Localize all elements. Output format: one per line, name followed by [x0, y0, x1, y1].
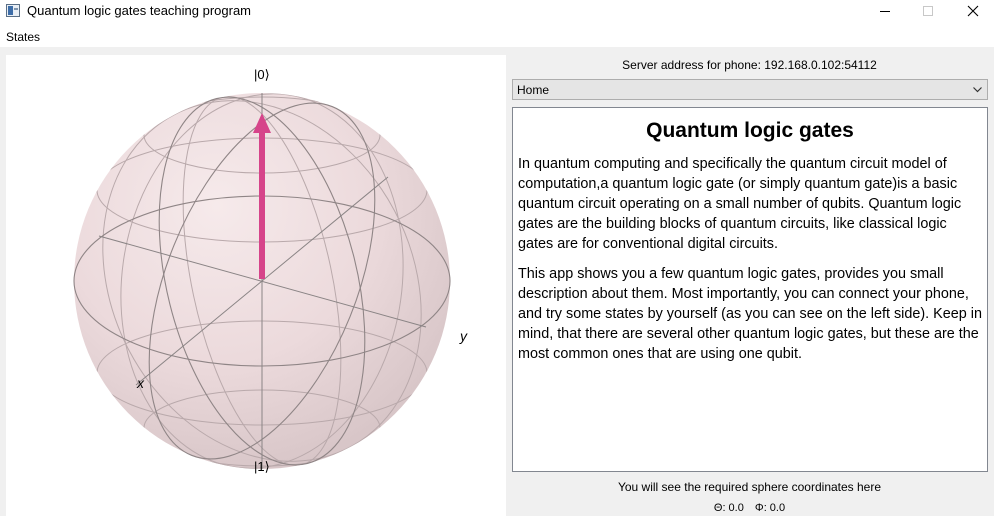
minimize-icon	[880, 11, 890, 12]
label-x-axis: x	[136, 375, 145, 391]
description-paragraph-2: This app shows you a few quantum logic g…	[518, 266, 982, 362]
theta-value: Θ: 0.0	[713, 502, 744, 514]
label-ket-one: |1⟩	[254, 459, 270, 474]
coordinates-readout: Θ: 0.0 Φ: 0.0	[512, 502, 987, 514]
maximize-button[interactable]	[905, 0, 951, 22]
doc-title: Quantum logic gates	[646, 119, 854, 142]
minimize-button[interactable]	[862, 0, 908, 22]
phi-value: Φ: 0.0	[754, 502, 786, 514]
maximize-icon	[923, 6, 933, 16]
close-button[interactable]	[950, 0, 994, 22]
label-y-axis: y	[459, 328, 468, 344]
label-ket-zero: |0⟩	[254, 67, 270, 82]
app-icon	[6, 4, 20, 17]
menu-states[interactable]: States	[6, 30, 40, 44]
window-title: Quantum logic gates teaching program	[27, 3, 252, 18]
bloch-sphere: |0⟩ |1⟩ x y	[73, 67, 468, 474]
close-icon	[967, 5, 979, 17]
description-text-box[interactable]: Quantum logic gates In quantum computing…	[512, 107, 988, 472]
dropdown-value: Home	[517, 83, 550, 97]
chevron-down-icon	[973, 87, 982, 93]
server-address-label: Server address for phone: 192.168.0.102:…	[622, 58, 877, 72]
title-bar: Quantum logic gates teaching program	[0, 0, 994, 27]
gate-select-dropdown[interactable]: Home	[512, 79, 988, 100]
menu-bar: States	[0, 27, 994, 47]
bloch-sphere-panel[interactable]: |0⟩ |1⟩ x y	[6, 55, 506, 516]
description-paragraph-1: In quantum computing and specifically th…	[518, 156, 962, 252]
coordinates-hint: You will see the required sphere coordin…	[617, 480, 882, 494]
